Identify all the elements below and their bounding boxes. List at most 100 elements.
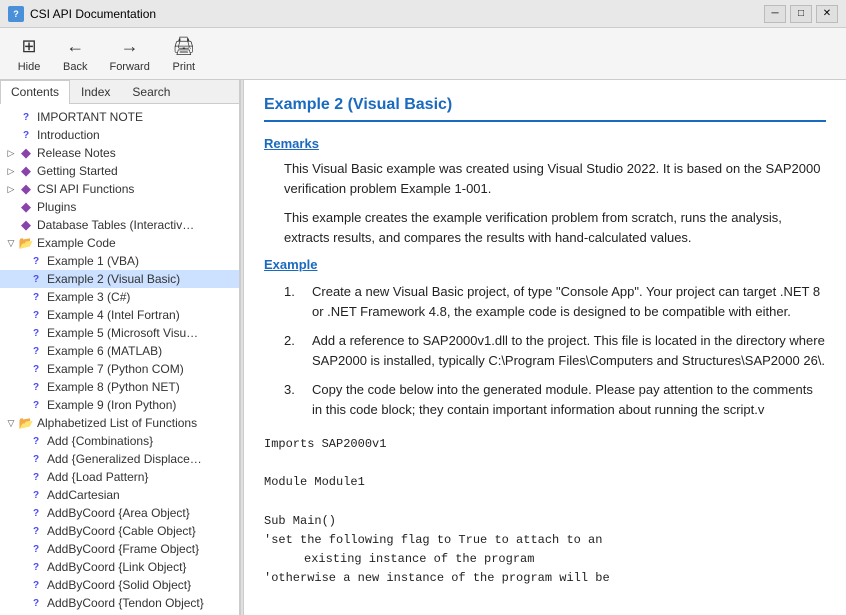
diamond-icon: ◆ [18,217,34,233]
tree-item-example4-fortran[interactable]: ? Example 4 (Intel Fortran) [0,306,239,324]
question-icon: ? [28,523,44,539]
expander-empty [14,506,28,520]
expander-empty [14,578,28,592]
tree-item-important-note[interactable]: ? IMPORTANT NOTE [0,108,239,126]
expander-empty [14,596,28,610]
expander-collapsed[interactable]: ▷ [4,146,18,160]
expander-empty [14,272,28,286]
maximize-button[interactable]: □ [790,5,812,23]
tree-item-release-notes[interactable]: ▷ ◆ Release Notes [0,144,239,162]
toolbar: ⊞ Hide ← Back → Forward 🖨 Print [0,28,846,80]
diamond-icon: ◆ [18,181,34,197]
expander-empty [14,434,28,448]
tree-item-example3-csharp[interactable]: ? Example 3 (C#) [0,288,239,306]
tree-item-example6-matlab[interactable]: ? Example 6 (MATLAB) [0,342,239,360]
tree-item-addbycoord-frame[interactable]: ? AddByCoord {Frame Object} [0,540,239,558]
content-para-2: This example creates the example verific… [264,208,826,247]
tree-item-example8-python-net[interactable]: ? Example 8 (Python NET) [0,378,239,396]
tree-item-introduction[interactable]: ? Introduction [0,126,239,144]
remarks-heading: Remarks [264,136,826,151]
example-heading: Example [264,257,826,272]
question-icon: ? [28,325,44,341]
tree-item-example1-vba[interactable]: ? Example 1 (VBA) [0,252,239,270]
tree-label: Example 1 (VBA) [47,254,139,268]
question-icon: ? [18,109,34,125]
tree-label: AddByCoord {Solid Object} [47,578,191,592]
tree-item-alpha-list[interactable]: ▽ 📂 Alphabetized List of Functions [0,414,239,432]
question-icon: ? [28,451,44,467]
question-icon: ? [28,379,44,395]
diamond-icon: ◆ [18,145,34,161]
question-icon: ? [18,127,34,143]
tree-item-example5-msvc[interactable]: ? Example 5 (Microsoft Visual C++… [0,324,239,342]
tab-index[interactable]: Index [70,80,121,103]
step-1: 1. Create a new Visual Basic project, of… [284,282,826,321]
question-icon: ? [28,469,44,485]
tree-label: Getting Started [37,164,118,178]
tree-item-csi-api-functions[interactable]: ▷ ◆ CSI API Functions [0,180,239,198]
tree-label: Example 6 (MATLAB) [47,344,162,358]
tree-label: Example 8 (Python NET) [47,380,180,394]
tree-item-addcartesian[interactable]: ? AddCartesian [0,486,239,504]
expander-expanded[interactable]: ▽ [4,416,18,430]
tree-label: Database Tables (Interactive Editin… [37,218,197,232]
tree-label: AddByCoord {Tendon Object} [47,596,204,610]
tree-item-add-combinations[interactable]: ? Add {Combinations} [0,432,239,450]
step-2: 2. Add a reference to SAP2000v1.dll to t… [284,331,826,370]
tree-item-getting-started[interactable]: ▷ ◆ Getting Started [0,162,239,180]
tree-label: Introduction [37,128,100,142]
tree-item-addbycoord-area[interactable]: ? AddByCoord {Area Object} [0,504,239,522]
tree-item-add-load-pattern[interactable]: ? Add {Load Pattern} [0,468,239,486]
tab-search[interactable]: Search [121,80,181,103]
back-button[interactable]: ← Back [54,30,96,78]
tab-contents[interactable]: Contents [0,80,70,104]
print-button[interactable]: 🖨 Print [163,30,205,78]
hide-button[interactable]: ⊞ Hide [8,30,50,78]
expander-empty [14,524,28,538]
close-button[interactable]: ✕ [816,5,838,23]
forward-button[interactable]: → Forward [100,30,158,78]
question-icon: ? [28,343,44,359]
tree-label: Example 7 (Python COM) [47,362,184,376]
expander-empty [14,560,28,574]
expander-empty [14,542,28,556]
tree-label: AddByCoord {Area Object} [47,506,190,520]
tree-item-database-tables[interactable]: ◆ Database Tables (Interactive Editin… [0,216,239,234]
expander-expanded[interactable]: ▽ [4,236,18,250]
right-panel: Example 2 (Visual Basic) Remarks This Vi… [244,80,846,615]
tree-item-addbycoord-link[interactable]: ? AddByCoord {Link Object} [0,558,239,576]
left-panel: Contents Index Search ? IMPORTANT NOTE ?… [0,80,240,615]
tree-item-plugins[interactable]: ◆ Plugins [0,198,239,216]
step-num: 1. [284,282,304,321]
expander-empty [14,452,28,466]
tree-item-addbycoord-solid[interactable]: ? AddByCoord {Solid Object} [0,576,239,594]
tree-item-example7-python-com[interactable]: ? Example 7 (Python COM) [0,360,239,378]
folder-open-icon: 📂 [18,415,34,431]
tree-label: AddCartesian [47,488,120,502]
tree-label: Alphabetized List of Functions [37,416,197,430]
expander-collapsed[interactable]: ▷ [4,182,18,196]
expander-collapsed[interactable]: ▷ [4,164,18,178]
question-icon: ? [28,541,44,557]
hide-icon: ⊞ [17,35,41,59]
tree-label: CSI API Functions [37,182,134,196]
tree-item-add-gen-disp[interactable]: ? Add {Generalized Displacement… [0,450,239,468]
step-num: 3. [284,380,304,419]
step-3: 3. Copy the code below into the generate… [284,380,826,419]
tree-item-example9-iron-python[interactable]: ? Example 9 (Iron Python) [0,396,239,414]
minimize-button[interactable]: ─ [764,5,786,23]
question-icon: ? [28,307,44,323]
code-line-4 [264,493,826,512]
code-line-7: existing instance of the program [264,550,826,569]
tree-item-example2-vb[interactable]: ? Example 2 (Visual Basic) [0,270,239,288]
tree-label: Add {Combinations} [47,434,153,448]
tree-item-example-code[interactable]: ▽ 📂 Example Code [0,234,239,252]
tree-item-addbycoord-cable[interactable]: ? AddByCoord {Cable Object} [0,522,239,540]
expander-empty [14,326,28,340]
question-icon: ? [28,361,44,377]
question-icon: ? [28,505,44,521]
tree-label: AddByCoord {Frame Object} [47,542,199,556]
code-line-2 [264,454,826,473]
tree-label: AddByCoord {Cable Object} [47,524,196,538]
tree-item-addbycoord-tendon[interactable]: ? AddByCoord {Tendon Object} [0,594,239,612]
